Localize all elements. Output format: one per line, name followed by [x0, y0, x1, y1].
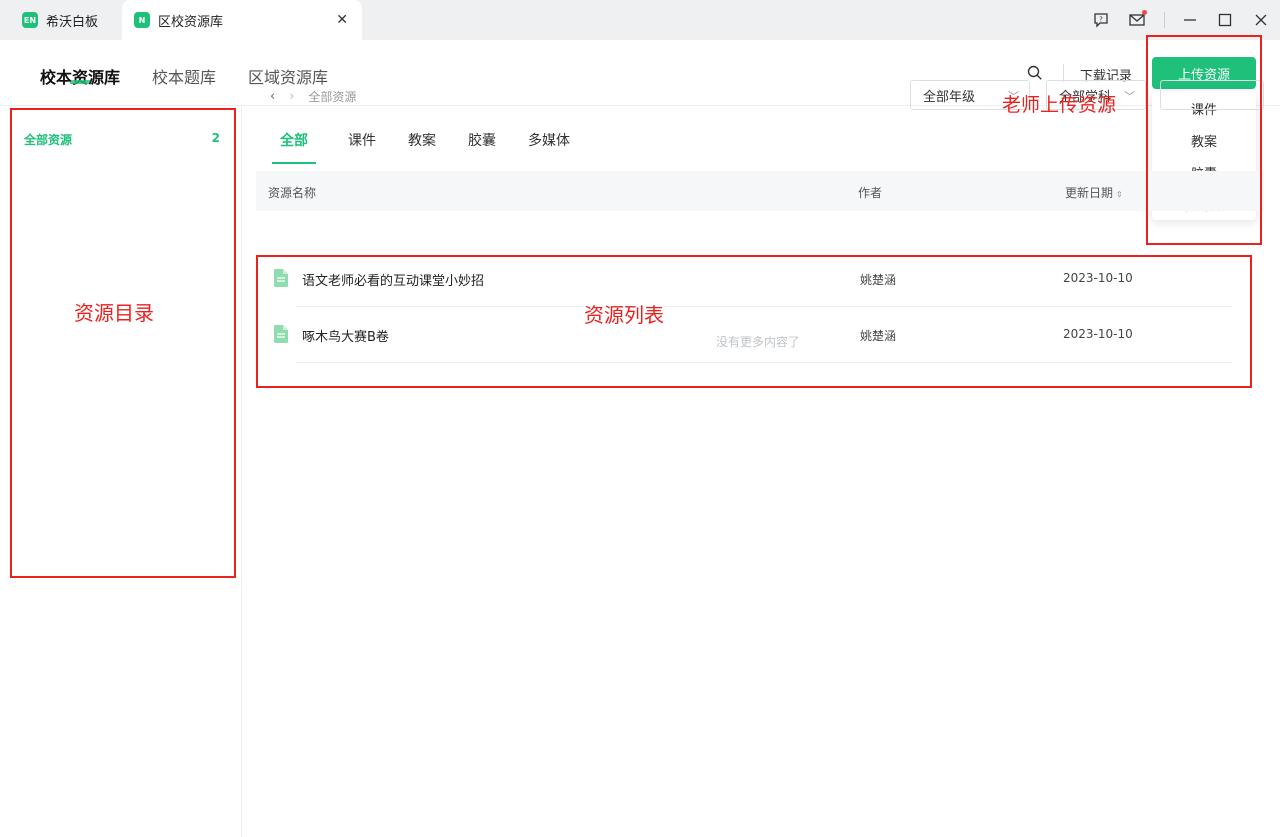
close-tab-icon[interactable]: ✕ [336, 12, 348, 28]
resource-library-logo-icon: N [134, 12, 150, 28]
mail-icon[interactable] [1127, 10, 1147, 30]
nav-tab-school-questions[interactable]: 校本题库 [152, 64, 216, 88]
annotation-box-upload [1146, 35, 1262, 245]
close-window-icon[interactable] [1251, 10, 1271, 30]
maximize-icon[interactable] [1215, 10, 1235, 30]
annotation-box-catalog [10, 108, 236, 578]
grade-filter-value: 全部年级 [923, 89, 976, 105]
window-tab-seewo[interactable]: EN 希沃白板 [0, 0, 120, 40]
column-header-author: 作者 [858, 186, 883, 200]
category-tabs: 全部 课件 教案 胶囊 多媒体 [272, 130, 610, 164]
tab-multimedia[interactable]: 多媒体 [520, 130, 578, 164]
tab-capsule[interactable]: 胶囊 [460, 130, 504, 164]
svg-text:?: ? [1099, 16, 1103, 24]
active-tab-indicator [68, 80, 92, 84]
window-tab-label: 希沃白板 [46, 14, 99, 30]
annotation-label-catalog: 资源目录 [74, 301, 154, 325]
titlebar-divider [1164, 12, 1165, 28]
tab-lesson-plan[interactable]: 教案 [400, 130, 444, 164]
forward-arrow-icon[interactable]: › [289, 89, 294, 104]
column-header-date-label: 更新日期 [1065, 186, 1114, 200]
title-bar: EN 希沃白板 N 区校资源库 ✕ ? [0, 0, 1280, 40]
back-arrow-icon[interactable]: ‹ [270, 89, 275, 104]
seewo-logo-icon: EN [22, 12, 38, 28]
window-tab-resource-library[interactable]: N 区校资源库 ✕ [122, 0, 362, 40]
minimize-icon[interactable] [1180, 10, 1200, 30]
annotation-label-upload: 老师上传资源 [1002, 94, 1117, 116]
breadcrumb-current: 全部资源 [308, 90, 357, 104]
window-tab-label: 区校资源库 [158, 14, 224, 30]
column-header-name: 资源名称 [268, 186, 317, 200]
help-icon[interactable]: ? [1091, 10, 1111, 30]
annotation-label-list: 资源列表 [584, 303, 664, 327]
table-header: 资源名称 作者 更新日期 ⇕ [256, 171, 1264, 211]
column-header-date[interactable]: 更新日期 ⇕ [1065, 184, 1123, 201]
tab-courseware[interactable]: 课件 [340, 130, 384, 164]
nav-tab-school-resources[interactable]: 校本资源库 [40, 64, 120, 88]
notification-dot [1142, 10, 1147, 15]
annotation-box-list [256, 255, 1252, 388]
search-icon[interactable] [1026, 64, 1044, 82]
sort-icon[interactable]: ⇕ [1116, 190, 1123, 199]
tab-all[interactable]: 全部 [272, 130, 316, 164]
chevron-down-icon: ﹀ [1124, 90, 1135, 103]
breadcrumb: ‹ › 全部资源 [270, 88, 356, 105]
nav-tab-regional-resources[interactable]: 区域资源库 [248, 64, 328, 88]
